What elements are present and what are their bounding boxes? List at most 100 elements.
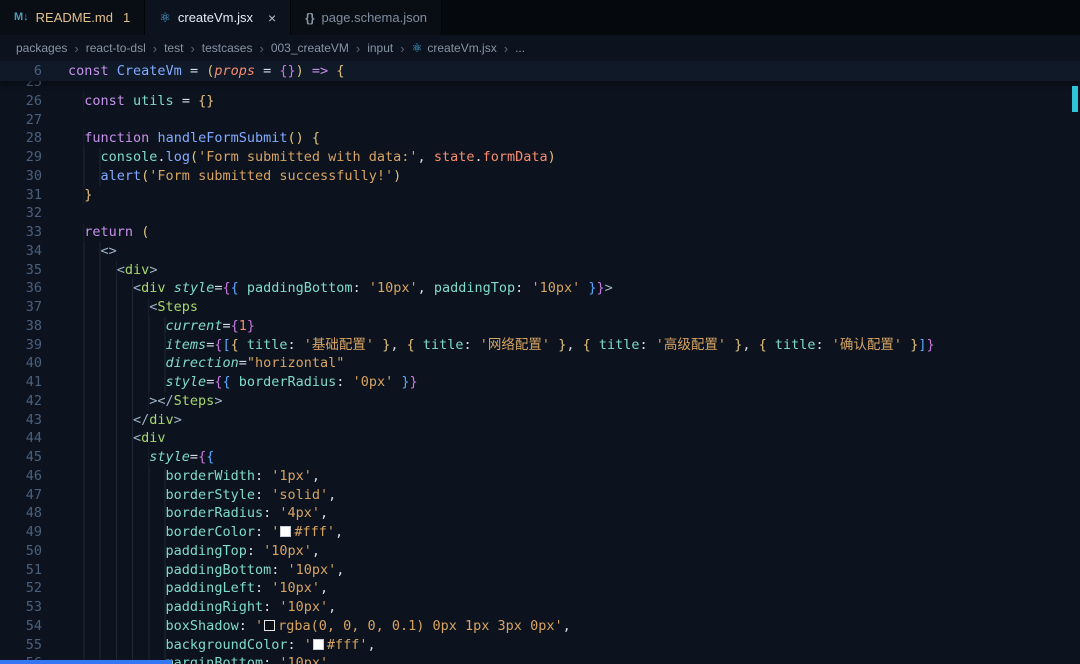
- code-token: :: [254, 467, 272, 484]
- code-token: direction: [165, 355, 239, 372]
- code-line[interactable]: 53 paddingRight: '10px',: [0, 598, 1080, 617]
- code-token: =: [173, 92, 199, 109]
- overview-ruler-marker[interactable]: [1072, 86, 1078, 112]
- code-line[interactable]: 44 <div: [0, 429, 1080, 448]
- code-token: '10px': [279, 655, 329, 664]
- code-line[interactable]: 30 alert('Form submitted successfully!'): [0, 166, 1080, 186]
- line-number: 42: [25, 392, 42, 409]
- code-line-text: borderColor: ' #fff',: [68, 523, 344, 542]
- line-number: 6: [33, 63, 42, 79]
- code-line[interactable]: 37 <Steps: [0, 298, 1080, 317]
- code-line[interactable]: 31 }: [0, 185, 1080, 205]
- color-swatch[interactable]: [280, 526, 292, 537]
- code-line[interactable]: 40 direction="horizontal": [0, 354, 1080, 373]
- code-token: current: [165, 317, 223, 334]
- code-token: ,: [390, 336, 407, 353]
- code-token: formData: [482, 149, 548, 165]
- code-line[interactable]: 34 <>: [0, 241, 1080, 261]
- code-line[interactable]: 47 borderStyle: 'solid',: [0, 485, 1080, 505]
- code-line[interactable]: 42 ></Steps>: [0, 391, 1080, 411]
- line-number: 26: [25, 92, 42, 109]
- code-token: borderColor: [165, 524, 255, 540]
- color-swatch[interactable]: [312, 638, 324, 650]
- code-token: items: [165, 336, 207, 353]
- breadcrumb-item[interactable]: react-to-dsl: [86, 41, 146, 55]
- code-area: 25 26 const utils = {} 27 28 function handl…: [0, 73, 1080, 664]
- code-token: div: [141, 280, 166, 297]
- code-line-text: <>: [68, 241, 117, 261]
- code-token: {: [222, 280, 231, 297]
- breadcrumb-item[interactable]: 003_createVM: [271, 41, 349, 55]
- line-number: 34: [25, 242, 42, 259]
- code-line[interactable]: 54 boxShadow: ' rgba(0, 0, 0, 0.1) 0px 1p…: [0, 616, 1080, 636]
- breadcrumb-item[interactable]: ...: [515, 41, 525, 55]
- breadcrumb-item[interactable]: test: [164, 41, 183, 55]
- code-token: ,: [320, 505, 329, 522]
- code-token: :: [815, 336, 832, 353]
- code-token: title: [774, 336, 816, 353]
- tab-page.schema.json[interactable]: {} page.schema.json: [291, 0, 443, 35]
- code-token: =: [181, 63, 207, 79]
- code-token: {: [311, 130, 321, 147]
- code-token: '1px': [271, 467, 312, 484]
- code-line[interactable]: 33 return (: [0, 223, 1080, 242]
- code-line[interactable]: 45 style={{: [0, 448, 1080, 467]
- code-line[interactable]: 35 <div>: [0, 260, 1080, 280]
- breadcrumb-separator-icon: ›: [190, 40, 195, 56]
- code-line[interactable]: 32: [0, 204, 1080, 223]
- code-line[interactable]: 49 borderColor: ' #fff',: [0, 523, 1080, 542]
- code-line[interactable]: 39 items={[{ title: '基础配置' }, { title: '…: [0, 335, 1080, 355]
- code-line[interactable]: 43 </div>: [0, 410, 1080, 430]
- tab-createVm.jsx[interactable]: ⚛ createVm.jsx ×: [145, 0, 292, 35]
- sticky-scroll-line[interactable]: 6 const CreateVm = (props = {}) => {: [0, 61, 1080, 81]
- code-line[interactable]: 29 console.log('Form submitted with data…: [0, 148, 1080, 167]
- code-line[interactable]: 6 const CreateVm = (props = {}) => {: [0, 61, 1080, 81]
- code-token: '0px': [352, 374, 394, 390]
- code-token: :: [263, 599, 280, 615]
- tab-bar: M↓ README.md 1 ⚛ createVm.jsx × {} page.schema.…: [0, 0, 1080, 35]
- code-token: :: [352, 280, 369, 297]
- code-line[interactable]: 26 const utils = {}: [0, 91, 1080, 111]
- code-line[interactable]: 50 paddingTop: '10px',: [0, 541, 1080, 561]
- code-token: {: [222, 374, 231, 390]
- code-line[interactable]: 28 function handleFormSubmit() {: [0, 129, 1080, 148]
- breadcrumb-item[interactable]: testcases: [202, 41, 253, 55]
- code-line[interactable]: 48 borderRadius: '4px',: [0, 504, 1080, 523]
- color-swatch[interactable]: [264, 619, 276, 631]
- code-line[interactable]: 55 backgroundColor: ' #fff',: [0, 635, 1080, 655]
- code-line-text: items={[{ title: '基础配置' }, { title: '网络配…: [68, 335, 935, 355]
- code-line[interactable]: 27: [0, 111, 1080, 130]
- code-token: :: [246, 542, 264, 559]
- code-line[interactable]: 51 paddingBottom: '10px',: [0, 560, 1080, 580]
- code-line[interactable]: 36 <div style={{ paddingBottom: '10px', …: [0, 279, 1080, 298]
- code-line[interactable]: 38 current={1}: [0, 316, 1080, 336]
- code-token: </: [133, 411, 150, 428]
- line-number: 35: [25, 261, 42, 278]
- breadcrumb-item[interactable]: packages: [16, 41, 67, 55]
- code-token: state: [433, 149, 475, 165]
- breadcrumb-item[interactable]: ⚛ createVm.jsx: [412, 41, 497, 55]
- breadcrumb-item[interactable]: input: [367, 41, 393, 55]
- code-token: paddingLeft: [165, 580, 255, 597]
- code-token: {: [230, 336, 239, 353]
- code-token: backgroundColor: [165, 636, 288, 653]
- horizontal-scrollbar-thumb[interactable]: [0, 660, 172, 664]
- code-token: ,: [320, 580, 329, 597]
- code-token: :: [639, 336, 656, 353]
- tab-README.md[interactable]: M↓ README.md 1: [0, 0, 146, 35]
- code-token: ,: [417, 149, 434, 165]
- code-line[interactable]: 41 style={{ borderRadius: '0px' }}: [0, 373, 1080, 392]
- code-line[interactable]: 52 paddingLeft: '10px',: [0, 579, 1080, 598]
- close-icon[interactable]: ×: [268, 11, 276, 25]
- code-token: '10px': [263, 542, 312, 559]
- code-line[interactable]: 46 borderWidth: '1px',: [0, 466, 1080, 486]
- line-number: 38: [25, 317, 42, 334]
